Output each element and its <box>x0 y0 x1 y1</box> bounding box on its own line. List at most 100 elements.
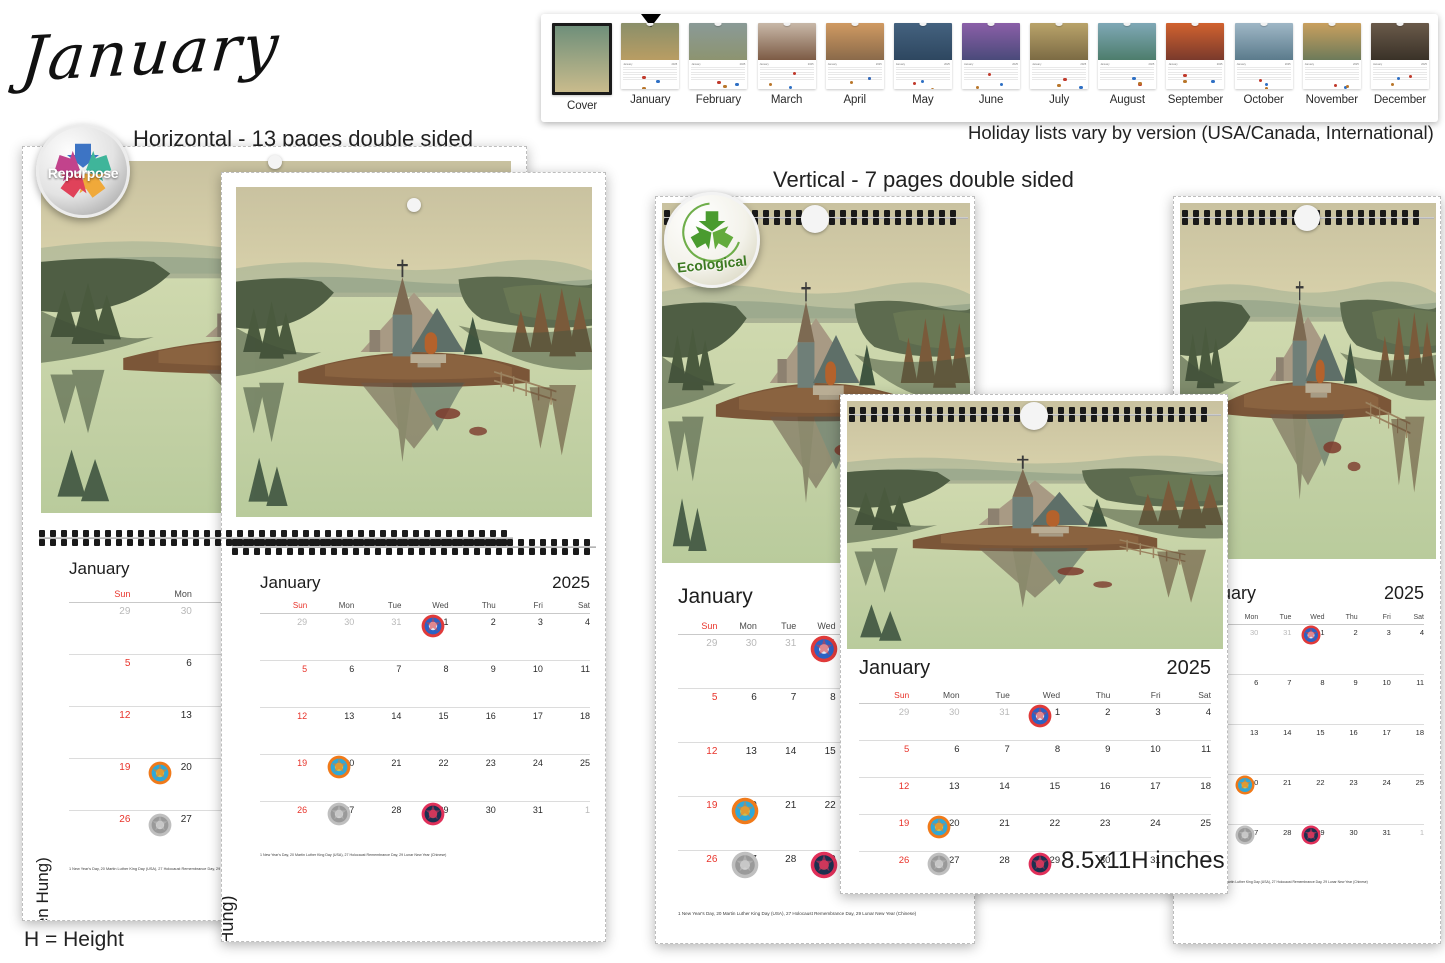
calendar-day-cell[interactable]: 28 <box>960 852 1010 889</box>
calendar-day-cell[interactable]: 12 <box>69 706 131 759</box>
mlk-sticker[interactable] <box>327 755 351 781</box>
calendar-day-cell[interactable]: 14 <box>354 707 402 755</box>
mlk-sticker[interactable] <box>731 797 759 828</box>
calendar-day-cell[interactable]: 5 <box>69 654 131 707</box>
calendar-day-cell[interactable]: 23 <box>1060 814 1111 852</box>
calendar-day-cell[interactable]: 27 <box>307 802 354 849</box>
holocaust-remembrance-sticker[interactable] <box>327 802 351 828</box>
calendar-day-cell[interactable]: 23 <box>448 754 496 802</box>
panel-vertical-8_5x11H[interactable]: January 2025 Sun Mon Tue Wed Thu Fri Sat 29 30 31… <box>840 394 1228 894</box>
calendar-day-cell[interactable]: 8 <box>401 660 449 708</box>
thumbnail-july[interactable]: January 2025 July <box>1026 23 1092 106</box>
calendar-day-cell[interactable]: 28 <box>1258 825 1291 875</box>
calendar-day-cell[interactable]: 2 <box>1060 703 1111 741</box>
calendar-day-cell[interactable]: 19 <box>260 754 308 802</box>
thumbnail-may[interactable]: January 2025 May <box>890 23 956 106</box>
calendar-day-cell[interactable]: 4 <box>1160 703 1211 741</box>
calendar-day-cell[interactable]: 17 <box>1357 724 1391 775</box>
holocaust-remembrance-sticker[interactable] <box>731 851 759 882</box>
thumbnail-september[interactable]: January 2025 September <box>1162 23 1228 106</box>
calendar-day-cell[interactable]: 3 <box>1357 624 1391 675</box>
calendar-day-cell[interactable]: 30 <box>130 602 192 655</box>
calendar-day-cell[interactable]: 31 <box>354 613 402 661</box>
calendar-day-cell[interactable]: 25 <box>542 754 590 802</box>
calendar-day-cell[interactable]: 23 <box>1324 774 1358 825</box>
calendar-day-cell[interactable]: 18 <box>542 707 590 755</box>
calendar-day-cell[interactable]: 16 <box>448 707 496 755</box>
calendar-day-cell[interactable]: 29 <box>859 703 910 741</box>
calendar-day-cell[interactable]: 9 <box>1060 740 1111 778</box>
calendar-day-cell[interactable]: 24 <box>495 754 543 802</box>
calendar-day-cell[interactable]: 26 <box>859 852 910 889</box>
calendar-day-cell[interactable]: 30 <box>307 613 355 661</box>
calendar-body[interactable]: January 2025 SunMonTueWedThuFriSat293031… <box>260 573 590 857</box>
holocaust-remembrance-sticker[interactable] <box>148 813 172 840</box>
thumbnail-february[interactable]: January 2025 February <box>685 23 751 106</box>
calendar-day-cell[interactable]: 11 <box>1160 740 1211 778</box>
calendar-day-cell[interactable]: 5 <box>260 660 308 708</box>
calendar-day-cell[interactable]: 27 <box>1225 825 1258 875</box>
calendar-day-cell[interactable]: 8 <box>1009 740 1061 778</box>
calendar-day-cell[interactable]: 21 <box>959 814 1010 852</box>
calendar-day-cell[interactable]: 15 <box>1009 777 1061 815</box>
calendar-day-cell[interactable]: 12 <box>859 777 910 815</box>
calendar-day-cell[interactable]: 3 <box>1110 703 1161 741</box>
calendar-day-cell[interactable]: 1 <box>796 634 838 689</box>
thumbnail-october[interactable]: January 2025 October <box>1231 23 1297 106</box>
calendar-day-cell[interactable]: 7 <box>756 688 797 743</box>
calendar-day-cell[interactable]: 14 <box>756 742 797 797</box>
calendar-day-cell[interactable]: 26 <box>69 811 130 863</box>
calendar-day-cell[interactable]: 1 <box>1291 624 1325 675</box>
calendar-day-cell[interactable]: 28 <box>354 802 401 849</box>
calendar-day-cell[interactable]: 7 <box>1258 674 1292 725</box>
calendar-day-cell[interactable]: 1 <box>1009 703 1061 741</box>
calendar-day-cell[interactable]: 30 <box>1225 624 1259 675</box>
calendar-day-cell[interactable]: 6 <box>307 660 355 708</box>
calendar-day-cell[interactable]: 21 <box>354 754 402 802</box>
holocaust-remembrance-sticker[interactable] <box>927 852 951 879</box>
calendar-day-cell[interactable]: 28 <box>757 851 796 905</box>
calendar-day-cell[interactable]: 14 <box>959 777 1010 815</box>
holocaust-remembrance-sticker[interactable] <box>1235 825 1255 847</box>
lunar-new-year-sticker[interactable] <box>421 802 445 828</box>
calendar-day-cell[interactable]: 7 <box>354 660 402 708</box>
lunar-new-year-sticker[interactable] <box>1301 825 1321 847</box>
calendar-day-cell[interactable]: 10 <box>1110 740 1161 778</box>
calendar-day-cell[interactable]: 29 <box>796 851 838 905</box>
mlk-sticker[interactable] <box>1235 775 1255 797</box>
calendar-day-cell[interactable]: 13 <box>909 777 960 815</box>
calendar-day-cell[interactable]: 13 <box>130 706 192 759</box>
calendar-day-cell[interactable]: 29 <box>401 802 449 849</box>
calendar-day-cell[interactable]: 21 <box>756 796 797 851</box>
thumbnail-august[interactable]: January 2025 August <box>1094 23 1160 106</box>
calendar-day-cell[interactable]: 18 <box>1390 724 1424 775</box>
calendar-day-cell[interactable]: 17 <box>1110 777 1161 815</box>
calendar-day-cell[interactable]: 30 <box>717 634 757 689</box>
calendar-day-cell[interactable]: 21 <box>1258 774 1292 825</box>
calendar-day-cell[interactable]: 17 <box>495 707 543 755</box>
calendar-day-cell[interactable]: 24 <box>1110 814 1161 852</box>
calendar-day-cell[interactable]: 30 <box>449 802 496 849</box>
new-year-sticker[interactable] <box>421 614 445 640</box>
thumbnail-april[interactable]: January 2025 April <box>822 23 888 106</box>
calendar-day-cell[interactable]: 15 <box>401 707 449 755</box>
calendar-day-cell[interactable]: 12 <box>260 707 308 755</box>
calendar-day-cell[interactable]: 5 <box>678 688 718 743</box>
thumbnail-january[interactable]: January 2025 January <box>617 23 683 106</box>
calendar-day-cell[interactable]: 6 <box>909 740 960 778</box>
calendar-day-cell[interactable]: 27 <box>717 851 759 905</box>
calendar-day-cell[interactable]: 29 <box>1291 825 1325 875</box>
lunar-new-year-sticker[interactable] <box>810 851 838 882</box>
calendar-day-cell[interactable]: 7 <box>959 740 1010 778</box>
thumbnail-march[interactable]: January 2025 March <box>753 23 819 106</box>
calendar-day-cell[interactable]: 19 <box>859 814 910 852</box>
calendar-day-cell[interactable]: 20 <box>909 814 960 852</box>
calendar-day-cell[interactable]: 15 <box>796 742 836 797</box>
calendar-day-cell[interactable]: 22 <box>401 754 449 802</box>
calendar-day-cell[interactable]: 1 <box>543 802 590 849</box>
mlk-sticker[interactable] <box>927 815 951 842</box>
calendar-day-cell[interactable]: 6 <box>130 654 192 707</box>
calendar-day-cell[interactable]: 19 <box>678 796 718 851</box>
calendar-day-cell[interactable]: 13 <box>717 742 757 797</box>
calendar-day-cell[interactable]: 6 <box>717 688 757 743</box>
